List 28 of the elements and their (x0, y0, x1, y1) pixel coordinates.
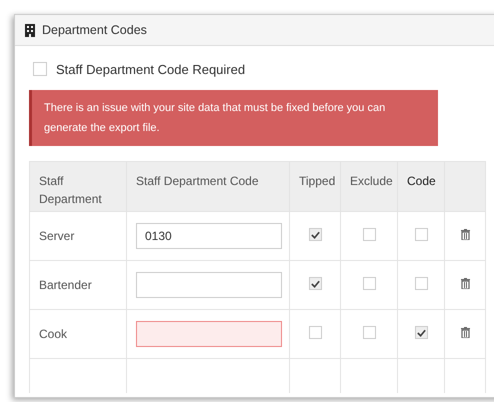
column-header: Staff Department Code (126, 162, 290, 212)
checkbox[interactable] (362, 277, 376, 290)
building-icon (25, 24, 35, 36)
alert-message: There is an issue with your site data that must be fixed before you can generate the export file. (44, 102, 386, 134)
table-cell: Server (30, 212, 126, 260)
checkbox[interactable] (308, 326, 322, 339)
trash-icon[interactable] (460, 278, 470, 289)
checkbox[interactable] (362, 228, 376, 241)
trash-icon[interactable] (460, 327, 470, 338)
column-header: Staff Department (30, 162, 126, 212)
checkbox[interactable] (414, 326, 428, 340)
column-header: Code (398, 162, 444, 212)
checkbox-label: Staff Department Code Required (56, 62, 246, 76)
code-input-field[interactable]: 0130 (136, 223, 282, 249)
column-header: Tipped (290, 162, 340, 212)
table-cell: Cook (30, 310, 126, 358)
trash-icon[interactable] (460, 229, 470, 240)
checkbox[interactable] (414, 228, 428, 241)
code-input-field[interactable] (136, 272, 282, 298)
checkbox[interactable] (308, 228, 322, 242)
checkbox[interactable] (33, 62, 47, 76)
column-header: Exclude (340, 162, 398, 212)
panel-title: Department Codes (42, 23, 147, 37)
code-input-field[interactable] (136, 321, 282, 347)
table-cell: Bartender (30, 260, 126, 310)
checkbox[interactable] (414, 277, 428, 290)
checkbox[interactable] (362, 326, 376, 339)
checkbox[interactable] (308, 277, 322, 290)
